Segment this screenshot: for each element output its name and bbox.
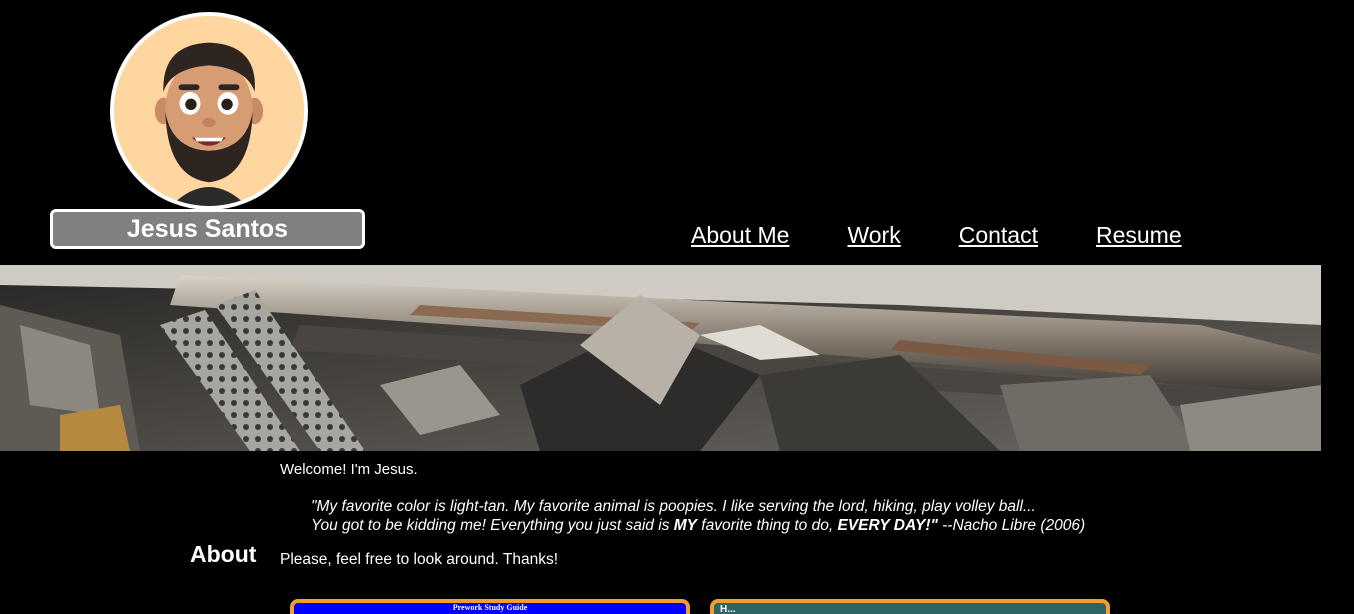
work-card-title: H... — [720, 604, 736, 614]
avatar — [110, 12, 308, 210]
nacho-libre-quote: "My favorite color is light-tan. My favo… — [311, 497, 1085, 535]
work-card-prework-study-guide[interactable]: Prework Study Guide — [290, 599, 690, 614]
work-card-2[interactable]: H... — [710, 599, 1110, 614]
page: Jesus Santos About Me Work Contact Resum… — [0, 0, 1354, 614]
closing-text: Please, feel free to look around. Thanks… — [280, 551, 559, 568]
avatar-memoji-image — [114, 16, 304, 206]
nav-link-contact[interactable]: Contact — [959, 222, 1038, 249]
quote-emphasis-my: MY — [673, 517, 697, 534]
site-name: Jesus Santos — [126, 215, 289, 243]
nav-link-work[interactable]: Work — [847, 222, 900, 249]
hero-banner-image — [0, 265, 1321, 451]
quote-line-2-part-1: You got to be kidding me! Everything you… — [311, 517, 674, 534]
nav-link-about-me[interactable]: About Me — [691, 222, 789, 249]
quote-attribution: --Nacho Libre (2006) — [937, 517, 1086, 534]
nav-link-resume[interactable]: Resume — [1096, 222, 1182, 249]
about-heading: About — [190, 541, 257, 567]
quote-line-2-part-2: favorite thing to do, — [697, 517, 838, 534]
main-nav: About Me Work Contact Resume — [691, 222, 1182, 249]
quote-emphasis-every-day: EVERY DAY!" — [837, 517, 938, 534]
scrap-metal-image — [0, 265, 1321, 451]
welcome-text: Welcome! I'm Jesus. — [280, 461, 418, 478]
quote-line-1: "My favorite color is light-tan. My favo… — [311, 498, 1036, 515]
site-name-box: Jesus Santos — [50, 209, 365, 249]
work-card-title: Prework Study Guide — [452, 603, 528, 612]
